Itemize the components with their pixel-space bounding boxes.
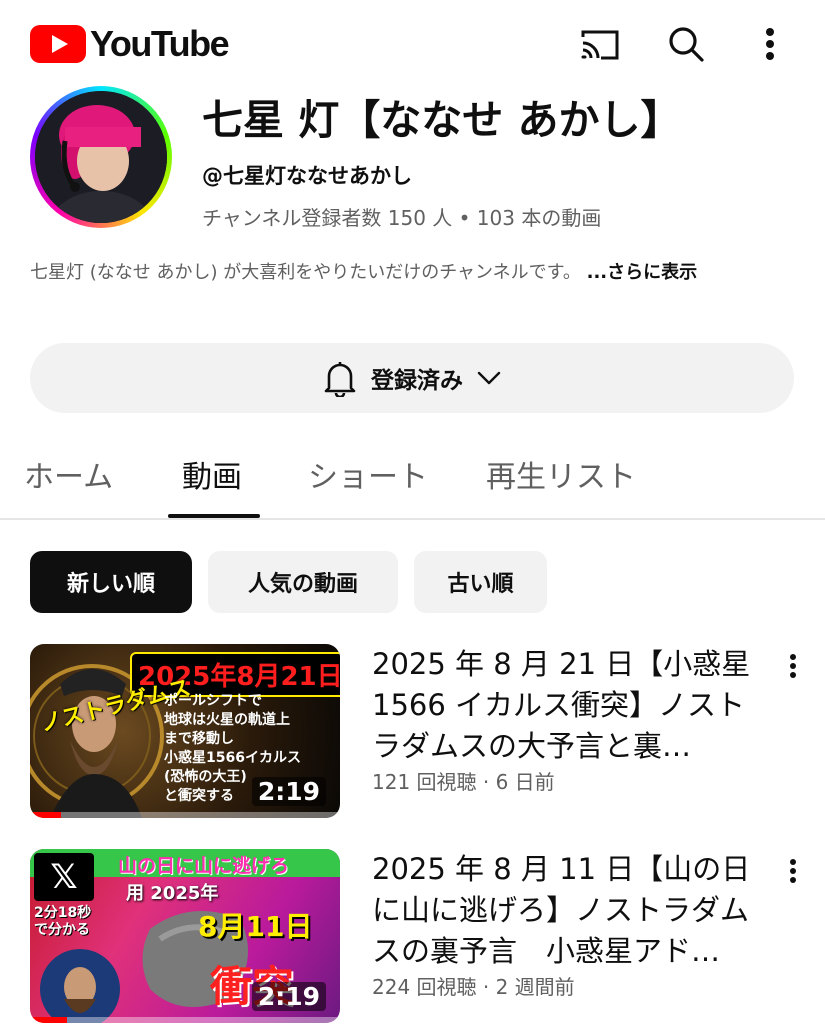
- channel-handle: @七星灯ななせあかし: [202, 164, 412, 188]
- thumb-date: 8月11日: [198, 910, 313, 943]
- thumb-line: 地球は火星の軌道上: [164, 712, 290, 728]
- watch-progress-fill: [30, 812, 61, 818]
- video-menu-icon[interactable]: [778, 646, 808, 686]
- description-text: 七星灯 (ななせ あかし) が大喜利をやりたいだけのチャンネルです。: [30, 262, 581, 283]
- video-item[interactable]: 2025年8月21日 ノストラダムス ポールシフトで 地球は火星の軌道上 まで移…: [0, 644, 825, 824]
- tab-videos[interactable]: 動画: [182, 452, 242, 496]
- chip-oldest[interactable]: 古い順: [414, 551, 547, 613]
- watch-progress-bar: [30, 812, 340, 818]
- thumb-line: まで移動し: [164, 731, 234, 747]
- more-vert-icon[interactable]: [748, 22, 792, 66]
- video-menu-icon[interactable]: [778, 851, 808, 891]
- thumb-caption: 2分18秒 で分かる: [34, 905, 91, 939]
- cast-icon[interactable]: [578, 22, 622, 66]
- video-title[interactable]: 2025 年 8 月 21 日【小惑星 1566 イカルス衝突】ノストラダムスの…: [372, 644, 764, 767]
- top-app-bar: YouTube: [0, 0, 825, 86]
- thumb-line: で分かる: [34, 922, 90, 938]
- watch-progress-fill: [30, 1017, 68, 1023]
- video-thumbnail[interactable]: 2025年8月21日 ノストラダムス ポールシフトで 地球は火星の軌道上 まで移…: [30, 644, 340, 818]
- subscribe-label: 登録済み: [371, 368, 463, 394]
- video-item[interactable]: 𝕏 山の日に山に逃げろ 用 2025年 8月11日 2分18秒 で分かる 衝突 …: [0, 849, 825, 1024]
- thumb-line: ポールシフトで: [164, 693, 262, 709]
- video-duration: 2:19: [251, 982, 326, 1011]
- active-tab-indicator: [168, 514, 260, 518]
- avatar-image: [35, 91, 167, 223]
- tab-playlists[interactable]: 再生リスト: [486, 452, 636, 496]
- subscribed-button[interactable]: 登録済み: [30, 343, 794, 413]
- bell-icon: [324, 362, 356, 397]
- x-logo-icon: 𝕏: [34, 853, 94, 901]
- tab-home[interactable]: ホーム: [24, 452, 113, 496]
- channel-tabs: ホーム 動画 ショート 再生リスト: [0, 432, 825, 520]
- video-meta: 224 回視聴 · 2 週間前: [372, 975, 575, 999]
- search-icon[interactable]: [664, 22, 708, 66]
- video-meta: 121 回視聴 · 6 日前: [372, 770, 555, 794]
- tab-shorts[interactable]: ショート: [308, 452, 428, 496]
- watch-progress-bar: [30, 1017, 340, 1023]
- chevron-down-icon: [477, 371, 501, 385]
- chip-newest[interactable]: 新しい順: [30, 551, 192, 613]
- thumb-line: 小惑星1566イカルス: [164, 750, 301, 766]
- channel-avatar[interactable]: [30, 86, 172, 228]
- thumb-banner: 山の日に山に逃げろ: [118, 855, 290, 877]
- thumb-year: 用 2025年: [126, 883, 219, 904]
- channel-stats: チャンネル登録者数 150 人 • 103 本の動画: [202, 206, 602, 230]
- youtube-play-icon: [30, 25, 86, 63]
- video-title[interactable]: 2025 年 8 月 11 日【山の日に山に逃げろ】ノストラダムスの裏予言 小惑…: [372, 849, 764, 972]
- video-duration: 2:19: [251, 777, 326, 806]
- chip-popular[interactable]: 人気の動画: [208, 551, 398, 613]
- logo-text: YouTube: [90, 23, 230, 64]
- video-thumbnail[interactable]: 𝕏 山の日に山に逃げろ 用 2025年 8月11日 2分18秒 で分かる 衝突 …: [30, 849, 340, 1023]
- channel-name: 七星 灯【ななせ あかし】: [202, 96, 682, 144]
- thumb-line: 2分18秒: [34, 905, 92, 921]
- channel-description[interactable]: 七星灯 (ななせ あかし) が大喜利をやりたいだけのチャンネルです。 ...さら…: [30, 258, 795, 287]
- more-link[interactable]: ...さらに表示: [587, 262, 698, 283]
- youtube-logo[interactable]: YouTube: [30, 23, 230, 64]
